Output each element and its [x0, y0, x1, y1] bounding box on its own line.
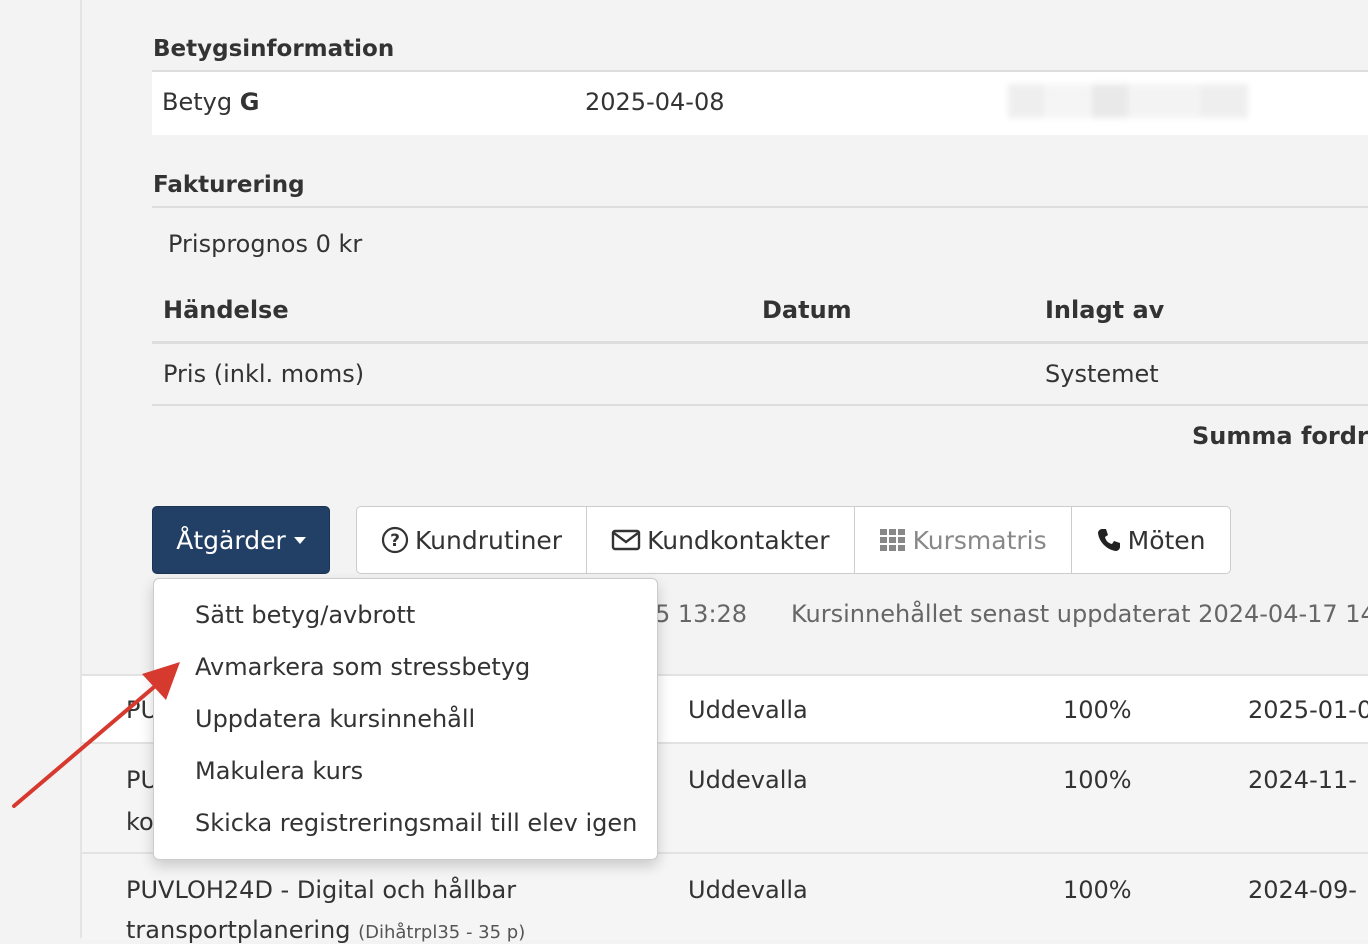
redacted-name: [1008, 84, 1248, 118]
envelope-icon: [611, 528, 641, 552]
course-date: 2025-01-0: [1248, 696, 1368, 724]
kundkontakter-button[interactable]: Kundkontakter: [587, 507, 855, 573]
phone-icon: [1096, 527, 1122, 553]
svg-text:?: ?: [390, 531, 400, 551]
table-row[interactable]: PUVLOH24D - Digital och hållbar transpor…: [82, 852, 1368, 944]
actions-dropdown-button[interactable]: Åtgärder: [152, 506, 330, 574]
course-code: (Dihåtrpl35 - 35 p): [358, 922, 526, 943]
invoice-entered-by: Systemet: [1045, 360, 1159, 388]
table-row-rule: [152, 404, 1368, 406]
menu-item-skicka-registreringsmail[interactable]: Skicka registreringsmail till elev igen: [195, 809, 637, 837]
caret-down-icon: [293, 536, 306, 544]
moten-label: Möten: [1127, 525, 1206, 555]
course-percent: 100%: [1063, 766, 1132, 794]
question-circle-icon: ?: [381, 526, 409, 554]
kursmatris-label: Kursmatris: [912, 525, 1047, 555]
course-location: Uddevalla: [688, 876, 808, 904]
kursmatris-button[interactable]: Kursmatris: [855, 507, 1072, 573]
course-date: 2024-09-: [1248, 876, 1357, 904]
menu-item-satt-betyg[interactable]: Sätt betyg/avbrott: [195, 601, 415, 629]
actions-label: Åtgärder: [176, 525, 286, 555]
column-header-handelse: Händelse: [163, 296, 289, 324]
course-name: PUVLOH24D - Digital och hållbar: [126, 876, 517, 904]
course-name-line2: ko: [126, 808, 154, 836]
kundrutiner-label: Kundrutiner: [415, 525, 563, 555]
kundrutiner-button[interactable]: ? Kundrutiner: [357, 507, 588, 573]
kundkontakter-label: Kundkontakter: [647, 525, 830, 555]
prisprognos: Prisprognos 0 kr: [168, 230, 363, 258]
course-percent: 100%: [1063, 876, 1132, 904]
grade-label-wrap: Betyg G: [162, 88, 259, 116]
course-percent: 100%: [1063, 696, 1132, 724]
timestamp-fragment: 5 13:28: [655, 600, 748, 628]
fakturering-heading: Fakturering: [153, 172, 305, 198]
content-updated-text: Kursinnehållet senast uppdaterat 2024-04…: [791, 600, 1368, 628]
course-date: 2024-11-: [1248, 766, 1357, 794]
grade-date: 2025-04-08: [585, 88, 725, 116]
menu-item-uppdatera-kursinnehall[interactable]: Uppdatera kursinnehåll: [195, 705, 475, 733]
left-gutter: [0, 0, 82, 938]
course-location: Uddevalla: [688, 696, 808, 724]
course-name-line2: transportplanering (Dihåtrpl35 - 35 p): [126, 916, 525, 944]
menu-item-avmarkera-stressbetyg[interactable]: Avmarkera som stressbetyg: [195, 653, 530, 681]
moten-button[interactable]: Möten: [1072, 507, 1230, 573]
invoice-event: Pris (inkl. moms): [163, 360, 365, 388]
actions-dropdown-menu: Sätt betyg/avbrott Avmarkera som stressb…: [153, 578, 658, 860]
grid-icon: [879, 528, 907, 552]
column-header-inlagt-av: Inlagt av: [1045, 296, 1165, 324]
course-location: Uddevalla: [688, 766, 808, 794]
divider: [152, 206, 1368, 208]
menu-item-makulera-kurs[interactable]: Makulera kurs: [195, 757, 363, 785]
betygsinformation-heading: Betygsinformation: [153, 36, 395, 62]
toolbar-button-group: ? Kundrutiner Kundkontakter Kursmatris M…: [356, 506, 1231, 574]
grade-row: Betyg G 2025-04-08: [152, 72, 1368, 135]
course-name-line2-text: transportplanering: [126, 916, 351, 944]
table-header-rule: [152, 341, 1368, 344]
column-header-datum: Datum: [762, 296, 852, 324]
grade-label: Betyg: [162, 88, 233, 116]
grade-value: G: [239, 88, 260, 116]
summa-fordran: Summa fordran: [1192, 422, 1368, 450]
